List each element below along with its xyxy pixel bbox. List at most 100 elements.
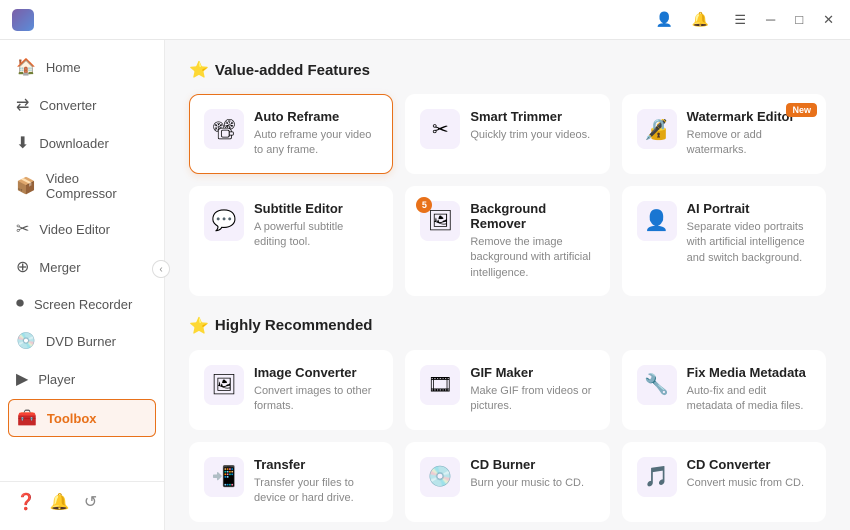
card-text-background-remover: Background Remover Remove the image back… [470, 201, 594, 281]
card-desc-subtitle-editor: A powerful subtitle editing tool. [254, 220, 378, 251]
card-title-background-remover: Background Remover [470, 201, 594, 231]
card-text-subtitle-editor: Subtitle Editor A powerful subtitle edit… [254, 201, 378, 251]
sidebar-label-downloader: Downloader [39, 136, 108, 151]
feature-card-fix-media-metadata[interactable]: 🔧 Fix Media Metadata Auto-fix and edit m… [622, 350, 826, 430]
merger-icon: ⊕ [16, 257, 29, 277]
card-icon-wrapper-gif-maker: 🎞 [420, 365, 460, 405]
feature-card-background-remover[interactable]: 🖼 5 Background Remover Remove the image … [405, 186, 609, 296]
feature-card-subtitle-editor[interactable]: 💬 Subtitle Editor A powerful subtitle ed… [189, 186, 393, 296]
card-text-transfer: Transfer Transfer your files to device o… [254, 457, 378, 507]
sidebar-item-converter[interactable]: ⇄ Converter [0, 86, 164, 124]
card-title-ai-portrait: AI Portrait [687, 201, 811, 216]
sidebar-item-dvd-burner[interactable]: 💿 DVD Burner [0, 322, 164, 360]
sidebar-label-dvd-burner: DVD Burner [46, 334, 116, 349]
feature-grid-value-added: 📽 Auto Reframe Auto reframe your video t… [189, 94, 826, 296]
sidebar-item-toolbox[interactable]: 🧰Toolbox [8, 399, 156, 437]
card-icon-smart-trimmer: ✂ [420, 109, 460, 149]
sidebar-item-home[interactable]: 🏠Home [0, 48, 164, 86]
card-body-fix-media-metadata: 🔧 Fix Media Metadata Auto-fix and edit m… [637, 365, 811, 415]
collapse-sidebar-button[interactable]: ‹ [152, 260, 170, 278]
titlebar-controls: 👤 🔔 ☰ ─ □ ✕ [650, 6, 838, 34]
minimize-button[interactable]: ─ [762, 10, 779, 29]
sidebar-item-merger[interactable]: ⊕ Merger [0, 248, 164, 286]
sidebar-item-screen-recorder[interactable]: ⏺ Screen Recorder [0, 286, 164, 322]
sidebar-item-video-editor[interactable]: ✂Video Editor [0, 210, 164, 248]
card-icon-wrapper-smart-trimmer: ✂ [420, 109, 460, 149]
feature-card-cd-converter[interactable]: 🎵 CD Converter Convert music from CD. [622, 442, 826, 522]
card-body-image-converter: 🖼 Image Converter Convert images to othe… [204, 365, 378, 415]
card-icon-wrapper-fix-media-metadata: 🔧 [637, 365, 677, 405]
card-text-gif-maker: GIF Maker Make GIF from videos or pictur… [470, 365, 594, 415]
toolbox-icon: 🧰 [17, 408, 37, 428]
feature-card-auto-reframe[interactable]: 📽 Auto Reframe Auto reframe your video t… [189, 94, 393, 174]
card-body-gif-maker: 🎞 GIF Maker Make GIF from videos or pict… [420, 365, 594, 415]
card-icon-cd-burner: 💿 [420, 457, 460, 497]
card-desc-watermark-editor: Remove or add watermarks. [687, 128, 811, 159]
card-desc-background-remover: Remove the image background with artific… [470, 235, 594, 281]
card-text-smart-trimmer: Smart Trimmer Quickly trim your videos. [470, 109, 594, 143]
section-title-value-added: Value-added Features [215, 62, 370, 79]
card-icon-wrapper-auto-reframe: 📽 [204, 109, 244, 149]
app-body: 🏠Home ⇄ Converter ⬇Downloader 📦 Video Compres… [0, 40, 850, 530]
refresh-icon[interactable]: ↺ [84, 492, 97, 512]
card-desc-image-converter: Convert images to other formats. [254, 384, 378, 415]
sidebar-label-video-editor: Video Editor [39, 222, 110, 237]
card-text-ai-portrait: AI Portrait Separate video portraits wit… [687, 201, 811, 266]
sidebar-label-merger: Merger [39, 260, 80, 275]
sidebar-item-player[interactable]: ▶Player [0, 360, 164, 398]
help-icon[interactable]: ❓ [16, 492, 36, 512]
menu-icon[interactable]: ☰ [730, 10, 750, 30]
sidebar-label-converter: Converter [39, 98, 96, 113]
card-text-cd-burner: CD Burner Burn your music to CD. [470, 457, 594, 491]
card-title-fix-media-metadata: Fix Media Metadata [687, 365, 811, 380]
converter-icon: ⇄ [16, 95, 29, 115]
card-body-auto-reframe: 📽 Auto Reframe Auto reframe your video t… [204, 109, 378, 159]
sidebar-item-video-compressor[interactable]: 📦 Video Compressor [0, 162, 164, 210]
feature-card-image-converter[interactable]: 🖼 Image Converter Convert images to othe… [189, 350, 393, 430]
card-title-transfer: Transfer [254, 457, 378, 472]
notification-icon[interactable]: 🔔 [686, 6, 714, 34]
feature-card-smart-trimmer[interactable]: ✂ Smart Trimmer Quickly trim your videos… [405, 94, 609, 174]
section-icon-value-added: ⭐ [189, 60, 209, 80]
card-desc-fix-media-metadata: Auto-fix and edit metadata of media file… [687, 384, 811, 415]
feature-card-ai-portrait[interactable]: 👤 AI Portrait Separate video portraits w… [622, 186, 826, 296]
sidebar-label-screen-recorder: Screen Recorder [34, 297, 132, 312]
sidebar-item-downloader[interactable]: ⬇Downloader [0, 124, 164, 162]
window-controls: ☰ ─ □ ✕ [730, 10, 838, 30]
feature-card-transfer[interactable]: 📲 Transfer Transfer your files to device… [189, 442, 393, 522]
section-highly-recommended: ⭐Highly Recommended 🖼 Image Converter Co… [189, 316, 826, 522]
maximize-button[interactable]: □ [791, 10, 807, 29]
card-body-subtitle-editor: 💬 Subtitle Editor A powerful subtitle ed… [204, 201, 378, 251]
new-badge-watermark-editor: New [786, 103, 817, 117]
section-value-added: ⭐ Value-added Features 📽 Auto Reframe Aut… [189, 60, 826, 296]
card-icon-wrapper-cd-converter: 🎵 [637, 457, 677, 497]
dvd-burner-icon: 💿 [16, 331, 36, 351]
feature-card-gif-maker[interactable]: 🎞 GIF Maker Make GIF from videos or pict… [405, 350, 609, 430]
card-icon-wrapper-image-converter: 🖼 [204, 365, 244, 405]
card-icon-ai-portrait: 👤 [637, 201, 677, 241]
sidebar-label-home: Home [46, 60, 81, 75]
card-body-background-remover: 🖼 5 Background Remover Remove the image … [420, 201, 594, 281]
video-compressor-icon: 📦 [16, 176, 36, 196]
card-desc-smart-trimmer: Quickly trim your videos. [470, 128, 594, 143]
sidebar: 🏠Home ⇄ Converter ⬇Downloader 📦 Video Compres… [0, 40, 165, 530]
close-button[interactable]: ✕ [819, 10, 838, 30]
card-icon-wrapper-watermark-editor: 🔏 [637, 109, 677, 149]
feature-card-watermark-editor[interactable]: New 🔏 Watermark Editor Remove or add wat… [622, 94, 826, 174]
card-body-cd-burner: 💿 CD Burner Burn your music to CD. [420, 457, 594, 497]
card-title-cd-burner: CD Burner [470, 457, 594, 472]
card-text-auto-reframe: Auto Reframe Auto reframe your video to … [254, 109, 378, 159]
card-text-image-converter: Image Converter Convert images to other … [254, 365, 378, 415]
sidebar-label-video-compressor: Video Compressor [46, 171, 148, 201]
card-title-subtitle-editor: Subtitle Editor [254, 201, 378, 216]
card-title-gif-maker: GIF Maker [470, 365, 594, 380]
card-icon-wrapper-transfer: 📲 [204, 457, 244, 497]
sidebar-bottom: ❓ 🔔 ↺ [0, 481, 164, 522]
card-body-smart-trimmer: ✂ Smart Trimmer Quickly trim your videos… [420, 109, 594, 149]
feature-card-cd-burner[interactable]: 💿 CD Burner Burn your music to CD. [405, 442, 609, 522]
user-icon[interactable]: 👤 [650, 6, 678, 34]
section-title-highly-recommended: Highly Recommended [215, 317, 373, 334]
screen-recorder-icon: ⏺ [16, 295, 24, 313]
bell-icon[interactable]: 🔔 [50, 492, 70, 512]
card-text-fix-media-metadata: Fix Media Metadata Auto-fix and edit met… [687, 365, 811, 415]
